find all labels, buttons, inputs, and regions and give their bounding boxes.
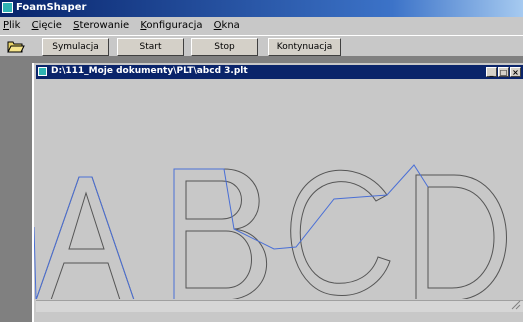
menu-ciecie[interactable]: Cięcie [28, 17, 66, 31]
document-title-bar: D:\111_Moje dokumenty\PLT\abcd 3.plt _ □… [36, 65, 523, 79]
letter-c-outline [290, 169, 391, 296]
continue-button[interactable]: Kontynuacja [268, 38, 341, 56]
document-window: D:\111_Moje dokumenty\PLT\abcd 3.plt _ □… [32, 63, 523, 322]
simulate-button[interactable]: Symulacja [42, 38, 109, 56]
menu-konfiguracja[interactable]: Konfiguracja [136, 17, 206, 31]
app-icon [2, 2, 13, 13]
maximize-button[interactable]: □ [498, 67, 509, 77]
stop-button[interactable]: Stop [191, 38, 258, 56]
letter-b-outline [173, 168, 268, 299]
document-icon [38, 67, 47, 76]
toolbar: Symulacja Start Stop Kontynuacja [0, 35, 523, 57]
folder-open-icon[interactable] [7, 39, 25, 54]
document-path: D:\111_Moje dokumenty\PLT\abcd 3.plt [51, 66, 248, 76]
mdi-workspace: D:\111_Moje dokumenty\PLT\abcd 3.plt _ □… [0, 57, 523, 322]
close-button[interactable]: × [510, 67, 521, 77]
app-title: FoamShaper [16, 2, 87, 13]
menu-okna[interactable]: Okna [210, 17, 244, 31]
resize-grip-icon[interactable] [511, 300, 521, 310]
menu-plik[interactable]: Plik [0, 17, 24, 31]
app-title-bar: FoamShaper [0, 0, 523, 17]
menu-bar: Plik Cięcie Sterowanie Konfiguracja Okna [0, 17, 523, 35]
start-button[interactable]: Start [117, 38, 184, 56]
travel-path [34, 164, 429, 299]
menu-sterowanie[interactable]: Sterowanie [69, 17, 133, 31]
letter-a-outline [35, 176, 135, 299]
drawing-canvas[interactable] [34, 79, 523, 299]
horizontal-scrollbar[interactable] [36, 300, 523, 312]
minimize-button[interactable]: _ [486, 67, 497, 77]
letter-d-outline [415, 174, 507, 299]
